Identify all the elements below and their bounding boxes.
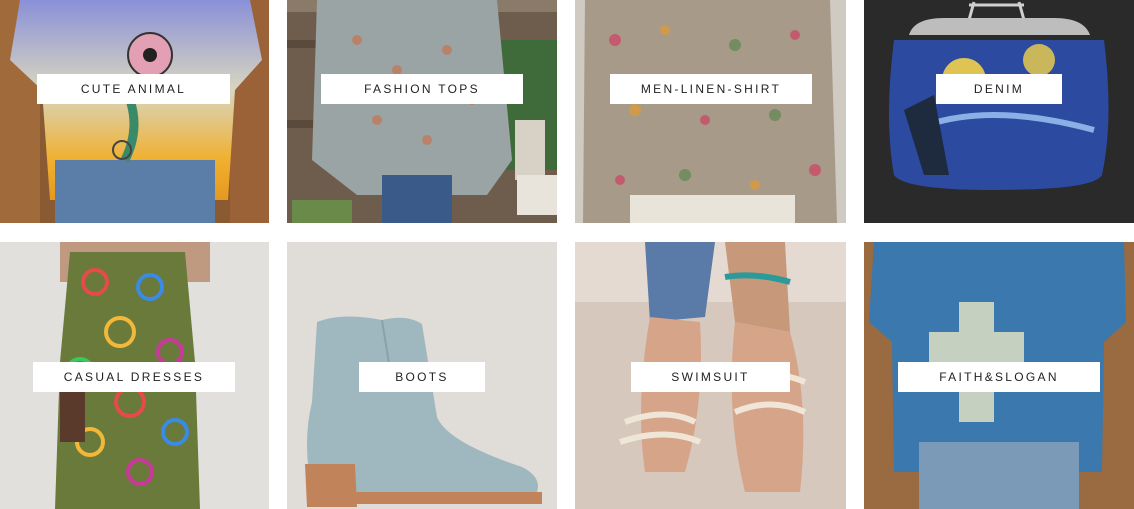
category-label[interactable]: BOOTS [359,362,485,392]
category-tile-denim[interactable]: DENIM [864,0,1134,223]
category-grid: CUTE ANIMAL FASHION TOPS MEN-LINEN-SHIRT… [0,0,1134,509]
category-label[interactable]: DENIM [936,74,1062,104]
category-tile-boots[interactable]: BOOTS [287,242,557,509]
category-label[interactable]: MEN-LINEN-SHIRT [610,74,812,104]
category-label[interactable]: SWIMSUIT [631,362,790,392]
category-label[interactable]: FASHION TOPS [321,74,523,104]
category-tile-faith-slogan[interactable]: FAITH&SLOGAN [864,242,1134,509]
category-tile-cute-animal[interactable]: CUTE ANIMAL [0,0,269,223]
floral-linen-shirt-photo [575,0,846,223]
cute-animal-tee-photo [0,0,269,223]
category-tile-casual-dresses[interactable]: CASUAL DRESSES [0,242,269,509]
category-tile-swimsuit[interactable]: SWIMSUIT [575,242,846,509]
category-tile-men-linen-shirt[interactable]: MEN-LINEN-SHIRT [575,0,846,223]
category-label[interactable]: CASUAL DRESSES [33,362,235,392]
category-tile-fashion-tops[interactable]: FASHION TOPS [287,0,557,223]
paisley-blouse-photo [287,0,557,223]
category-label[interactable]: CUTE ANIMAL [37,74,230,104]
starry-night-coin-purse-photo [864,0,1134,223]
category-label[interactable]: FAITH&SLOGAN [898,362,1100,392]
